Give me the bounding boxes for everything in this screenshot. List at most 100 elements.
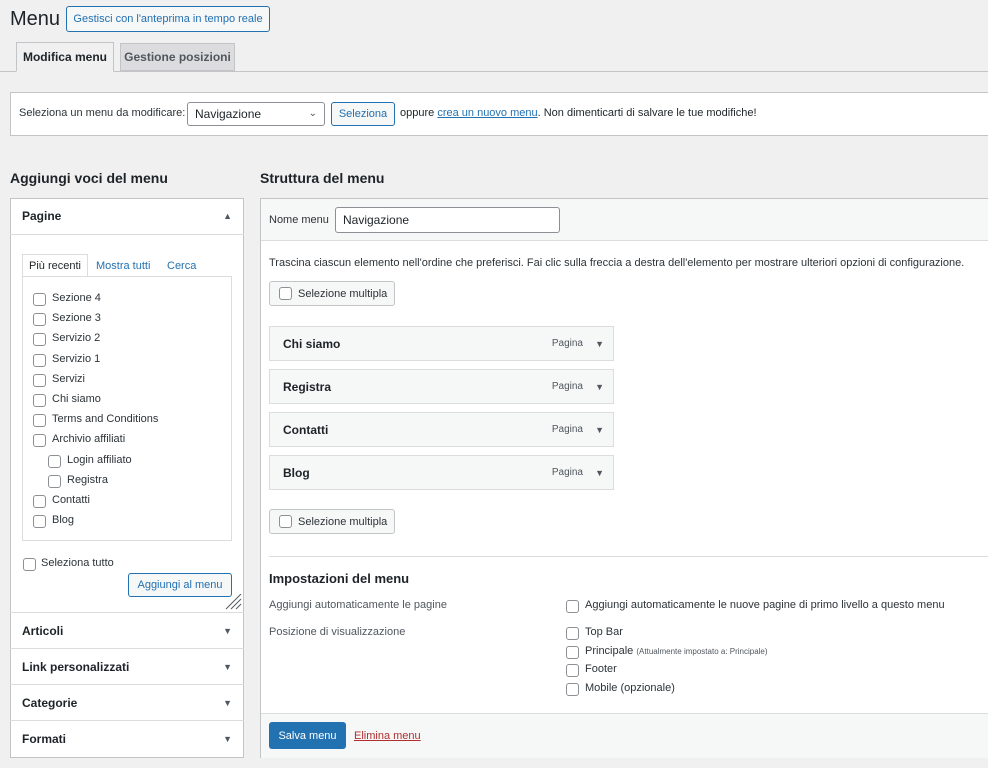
location-checkbox[interactable]	[566, 664, 579, 678]
tab-edit-menu[interactable]: Modifica menu	[16, 42, 114, 72]
tab-manage-locations[interactable]: Gestione posizioni	[120, 43, 235, 71]
menu-item[interactable]: Chi siamo Pagina ▼	[269, 326, 614, 361]
accordion-categories-label: Categorie	[22, 695, 78, 710]
page-item-label: Blog	[52, 514, 75, 527]
subtab-recent[interactable]: Più recenti	[22, 254, 88, 277]
page-checkbox[interactable]	[33, 293, 46, 306]
add-to-menu-button[interactable]: Aggiungi al menu	[128, 573, 232, 597]
chevron-down-icon: ▼	[223, 625, 232, 636]
tabs-divider	[0, 71, 988, 72]
location-label: Top Bar	[585, 626, 623, 638]
page-item-label: Sezione 4	[52, 292, 101, 304]
select-all-label: Seleziona tutto	[41, 557, 114, 569]
accordion-formats-label: Formati	[22, 731, 67, 746]
menu-name-value: Navigazione	[343, 213, 410, 227]
menu-item-type: Pagina	[551, 381, 583, 392]
chevron-up-icon: ▲	[223, 211, 232, 221]
bulk-select-checkbox	[279, 287, 292, 300]
chevron-down-icon[interactable]: ▼	[595, 382, 604, 392]
auto-add-label: Aggiungi automaticamente le pagine	[269, 599, 447, 611]
resize-handle[interactable]	[224, 593, 242, 610]
page-checkbox[interactable]	[48, 454, 61, 468]
menu-select-value: Navigazione	[195, 107, 262, 121]
subtab-search[interactable]: Cerca	[167, 260, 196, 272]
accordion-custom-links-label: Link personalizzati	[22, 659, 130, 674]
menu-item-title: Blog	[283, 465, 310, 480]
page-checkbox[interactable]	[33, 434, 46, 448]
subtab-show-all[interactable]: Mostra tutti	[96, 260, 150, 272]
bulk-select-checkbox	[279, 515, 292, 528]
location-label: Footer	[585, 663, 617, 675]
accordion-articles[interactable]: Articoli ▼	[10, 612, 244, 648]
location-label: Mobile (opzionale)	[585, 682, 675, 694]
page-checkbox[interactable]	[33, 333, 46, 347]
page-item-label: Login affiliato	[67, 453, 132, 466]
add-items-heading: Aggiungi voci del menu	[10, 170, 168, 186]
accordion-formats[interactable]: Formati ▼	[10, 720, 244, 756]
page-checkbox[interactable]	[33, 313, 46, 327]
location-note: (Attualmente impostato a: Principale)	[636, 646, 768, 656]
chevron-down-icon[interactable]: ▼	[595, 425, 604, 435]
menu-select[interactable]: Navigazione ⌄	[187, 102, 325, 126]
menu-item-title: Contatti	[283, 422, 329, 437]
bulk-select-label: Selezione multipla	[298, 515, 388, 528]
chevron-down-icon: ⌄	[308, 108, 317, 119]
drag-instructions: Trascina ciascun elemento nell'ordine ch…	[269, 257, 965, 269]
page-item-label: Servizio 2	[52, 332, 101, 345]
page-checkbox[interactable]	[33, 394, 46, 407]
location-checkbox[interactable]	[566, 645, 579, 659]
location-checkbox[interactable]	[566, 683, 579, 697]
select-all-checkbox[interactable]	[23, 558, 36, 571]
page-checkbox[interactable]	[48, 474, 61, 488]
select-menu-label: Seleziona un menu da modificare:	[19, 107, 186, 119]
page-item-label: Terms and Conditions	[52, 413, 159, 426]
chevron-down-icon: ▼	[223, 733, 232, 744]
accordion-categories[interactable]: Categorie ▼	[10, 684, 244, 720]
menu-settings-heading: Impostazioni del menu	[269, 571, 410, 586]
menu-name-label: Nome menu	[269, 214, 329, 226]
menu-item-title: Chi siamo	[283, 336, 341, 351]
pages-title: Pagine	[22, 209, 62, 223]
page-checkbox[interactable]	[33, 495, 46, 508]
location-name: Mobile (opzionale)	[585, 682, 675, 695]
page-item-label: Archivio affiliati	[52, 433, 126, 446]
location-label: Principale (Attualmente impostato a: Pri…	[585, 645, 768, 657]
delete-menu-link[interactable]: Elimina menu	[354, 730, 421, 742]
chevron-down-icon[interactable]: ▼	[595, 468, 604, 478]
chevron-down-icon[interactable]: ▼	[595, 339, 604, 349]
menu-item[interactable]: Registra Pagina ▼	[269, 369, 614, 404]
save-menu-button[interactable]: Salva menu	[269, 722, 346, 749]
create-menu-link[interactable]: crea un nuovo menu	[437, 107, 537, 119]
page-item-label: Contatti	[52, 494, 90, 506]
auto-add-option-label: Aggiungi automaticamente le nuove pagine…	[585, 599, 945, 611]
location-name: Footer	[585, 663, 617, 676]
page-checkbox[interactable]	[33, 515, 46, 529]
bulk-select-button-top[interactable]: Selezione multipla	[269, 281, 395, 306]
page-item-label: Servizi	[52, 372, 86, 385]
pages-accordion-header[interactable]: Pagine ▲	[10, 198, 244, 235]
or-text: oppure	[400, 107, 435, 119]
accordion-articles-label: Articoli	[22, 623, 64, 638]
menu-item-type: Pagina	[551, 424, 583, 435]
auto-add-checkbox[interactable]	[566, 600, 579, 613]
page-checkbox[interactable]	[33, 414, 46, 428]
location-name: Principale	[585, 644, 634, 657]
settings-divider	[269, 556, 988, 557]
display-location-label: Posizione di visualizzazione	[269, 626, 406, 638]
page-title: Menu	[10, 8, 61, 30]
page-item-label: Registra	[67, 473, 108, 486]
save-reminder-text: . Non dimenticarti di salvare le tue mod…	[537, 107, 757, 119]
page-item-label: Sezione 3	[52, 312, 101, 325]
menu-item[interactable]: Blog Pagina ▼	[269, 455, 614, 490]
menu-item-type: Pagina	[551, 467, 583, 478]
select-hint: oppure crea un nuovo menu. Non dimentica…	[400, 107, 757, 119]
location-checkbox[interactable]	[566, 627, 579, 640]
menu-name-input[interactable]: Navigazione	[335, 207, 560, 233]
page-checkbox[interactable]	[33, 373, 46, 387]
live-preview-button[interactable]: Gestisci con l'anteprima in tempo reale	[66, 6, 270, 32]
accordion-custom-links[interactable]: Link personalizzati ▼	[10, 648, 244, 684]
bulk-select-button-bottom[interactable]: Selezione multipla	[269, 509, 395, 534]
page-checkbox[interactable]	[33, 353, 46, 367]
menu-item[interactable]: Contatti Pagina ▼	[269, 412, 614, 447]
select-button[interactable]: Seleziona	[331, 102, 395, 126]
